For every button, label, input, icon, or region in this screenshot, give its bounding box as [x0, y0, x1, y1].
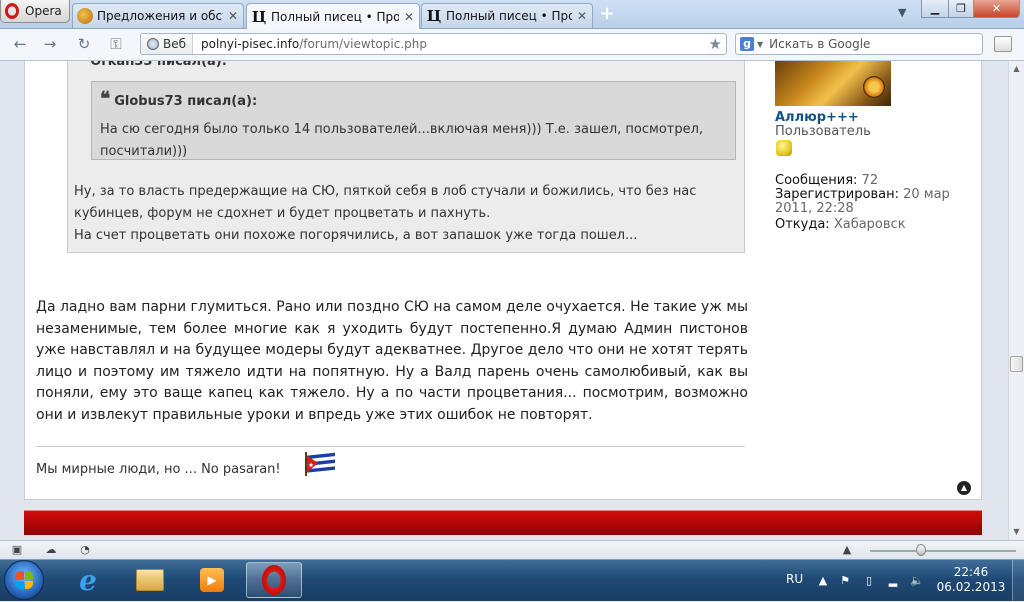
navigation-bar: ← → ↻ ⚿ Веб polnyi-pisec.info/forum/view…	[0, 29, 1024, 61]
volume-icon[interactable]: 🔈	[910, 574, 924, 587]
address-field[interactable]: Веб polnyi-pisec.info/forum/viewtopic.ph…	[140, 33, 727, 55]
opera-logo-icon	[5, 3, 19, 19]
chevron-down-icon[interactable]: ▼	[757, 40, 763, 49]
close-tab-icon[interactable]: ✕	[227, 9, 239, 23]
close-window-button[interactable]: ✕	[973, 0, 1020, 18]
url-path: /forum/viewtopic.php	[299, 37, 427, 51]
bookmark-star-icon[interactable]: ★	[709, 35, 726, 53]
cuba-flag-icon	[305, 452, 335, 476]
quote-author-header: ❝ Globus73 писал(а):	[100, 88, 258, 110]
quote-line: На счет процветать они похоже погорячили…	[74, 228, 638, 243]
forward-arrow-icon[interactable]: →	[40, 35, 60, 53]
quote-line: На сю сегодня было только 14 пользовател…	[100, 122, 704, 137]
scroll-up-icon[interactable]: ▲	[1012, 64, 1021, 73]
tab-polnyi-pisec-active[interactable]: Ц Полный писец • Прос... ✕	[246, 3, 420, 29]
tab-polnyi-pisec[interactable]: Ц Полный писец • Прос... ✕	[421, 3, 593, 28]
start-button[interactable]	[4, 560, 44, 600]
vertical-scrollbar[interactable]: ▲ ▼	[1008, 61, 1024, 540]
signature: Мы мирные люди, но ... No pasaran!	[36, 462, 281, 477]
speed-dial-icon[interactable]: ◔	[78, 544, 92, 556]
scrollbar-thumb[interactable]	[1010, 356, 1023, 372]
back-arrow-icon[interactable]: ←	[10, 35, 30, 53]
close-tab-icon[interactable]: ✕	[403, 10, 415, 24]
tab-title: Полный писец • Прос...	[271, 9, 399, 24]
tab-list-menu-icon[interactable]: ▼	[898, 6, 906, 19]
close-tab-icon[interactable]: ✕	[576, 9, 588, 23]
profile-from: Откуда: Хабаровск	[775, 217, 906, 232]
language-indicator[interactable]: RU	[786, 572, 803, 586]
tab-title: Предложения и обсу...	[97, 9, 223, 23]
new-tab-button[interactable]: +	[598, 5, 616, 23]
search-field[interactable]: g ▼ Искать в Google	[735, 33, 983, 55]
internet-explorer-icon[interactable]: e	[60, 562, 116, 598]
signature-divider	[36, 446, 745, 447]
opera-menu-label: Opera	[25, 4, 62, 18]
panel-toggle-button[interactable]	[994, 36, 1012, 52]
clock-date: 06.02.2013	[936, 580, 1006, 594]
device-icon[interactable]: ▯	[862, 574, 876, 587]
user-rank: Пользователь	[775, 124, 871, 139]
action-center-flag-icon[interactable]: ⚑	[838, 574, 852, 587]
globe-icon	[147, 38, 159, 50]
show-desktop-button[interactable]	[1012, 560, 1024, 602]
opera-taskbar-icon[interactable]	[246, 562, 302, 598]
quote-author-header: ❝Orkan33 писал(а):	[76, 61, 227, 70]
footer-band	[24, 510, 982, 535]
avatar[interactable]	[775, 61, 891, 106]
minimize-button[interactable]: ▁	[921, 0, 949, 18]
restore-button[interactable]: ❐	[948, 0, 974, 18]
tab-bar: Opera Предложения и обсу... ✕ Ц Полный п…	[0, 0, 1024, 29]
tray-expand-icon[interactable]: ▲	[816, 574, 830, 587]
from-label: Откуда:	[775, 217, 830, 232]
status-bar: ▣ ☁ ◔ ▲	[0, 540, 1024, 559]
tab-title: Полный писец • Прос...	[446, 9, 572, 23]
back-to-top-icon[interactable]: ▲	[957, 481, 971, 495]
zoom-slider[interactable]	[870, 550, 1016, 552]
cloud-icon[interactable]: ☁	[44, 544, 58, 556]
forum-favicon-icon	[77, 8, 93, 24]
explorer-folder-icon[interactable]	[122, 562, 178, 598]
post-body: Да ладно вам парни глумиться. Рано или п…	[36, 299, 748, 423]
quote-mark-icon: ❝	[100, 88, 111, 110]
inner-quote: ❝ Globus73 писал(а): На сю сегодня было т…	[91, 81, 736, 160]
clock-time: 22:46	[953, 565, 989, 579]
search-placeholder: Искать в Google	[769, 37, 871, 51]
key-icon[interactable]: ⚿	[106, 35, 126, 53]
opera-menu-button[interactable]: Opera	[0, 0, 70, 23]
taskbar: e ▶ RU ▲ ⚑ ▯ ▂ 🔈 22:46 06.02.2013	[0, 559, 1024, 602]
web-badge-label: Веб	[163, 37, 187, 51]
web-badge[interactable]: Веб	[141, 34, 194, 54]
posts-label: Сообщения:	[775, 173, 858, 188]
profile-registered: Зарегистрирован: 20 мар 2011, 22:28	[775, 188, 965, 216]
posts-value[interactable]: 72	[862, 173, 879, 188]
page-content: ❝Orkan33 писал(а): ❝Globus73 писал(а): Н…	[0, 61, 1008, 540]
url-text[interactable]: polnyi-pisec.info/forum/viewtopic.php	[193, 37, 709, 51]
rank-icon	[776, 140, 792, 156]
network-signal-icon[interactable]: ▂	[886, 574, 900, 587]
google-icon: g	[740, 37, 754, 51]
site-favicon-icon: Ц	[251, 7, 267, 26]
panel-toggle-icon[interactable]: ▣	[10, 544, 24, 556]
windows-logo-icon	[15, 571, 33, 589]
url-domain: polnyi-pisec.info	[201, 37, 300, 51]
zoom-slider-knob[interactable]	[916, 544, 926, 556]
media-player-icon[interactable]: ▶	[184, 562, 240, 598]
site-favicon-icon: Ц	[426, 7, 442, 25]
quote-line: посчитали)))	[100, 144, 188, 159]
username-link[interactable]: Аллюр+++	[775, 110, 859, 125]
reload-icon[interactable]: ↻	[74, 35, 94, 53]
tab-suggestions[interactable]: Предложения и обсу... ✕	[72, 3, 244, 28]
registered-label: Зарегистрирован:	[775, 187, 899, 202]
quote-mark-icon: ❝	[76, 61, 86, 70]
avatar-eye	[863, 76, 885, 98]
from-value: Хабаровск	[833, 217, 906, 232]
scroll-down-icon[interactable]: ▼	[1012, 527, 1021, 536]
tray-clock[interactable]: 22:46 06.02.2013	[936, 565, 1006, 595]
zoom-up-icon[interactable]: ▲	[840, 544, 854, 556]
profile-posts: Сообщения: 72	[775, 173, 878, 188]
quote-line: кубинцев, форум не сдохнет и будет процв…	[74, 206, 491, 221]
quote-line: Ну, за то власть предержащие на СЮ, пятк…	[74, 184, 697, 199]
